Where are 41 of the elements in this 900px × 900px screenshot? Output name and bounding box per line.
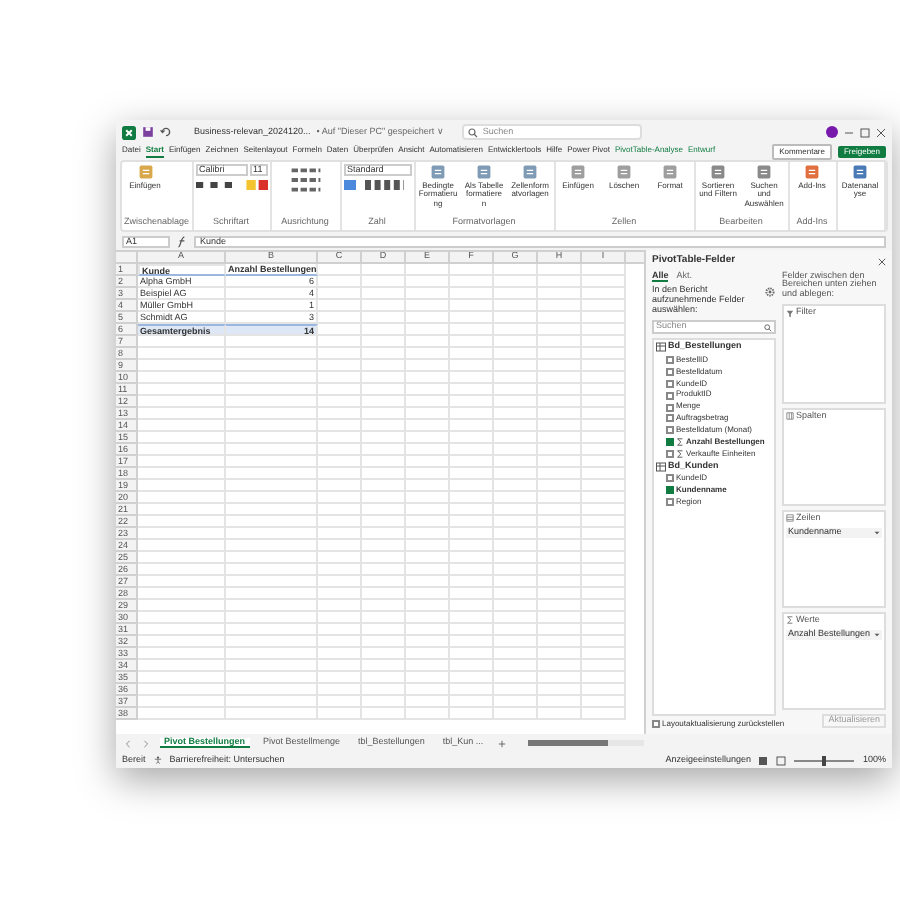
close-icon[interactable] xyxy=(876,127,886,137)
horizontal-scrollbar[interactable] xyxy=(527,740,644,746)
checkbox[interactable] xyxy=(666,379,674,388)
checkbox[interactable] xyxy=(666,391,674,400)
minimize-icon[interactable] xyxy=(844,127,854,137)
excel-logo-icon xyxy=(122,125,136,139)
checkbox[interactable] xyxy=(666,438,674,447)
maximize-icon[interactable] xyxy=(860,127,870,137)
page-layout-icon[interactable] xyxy=(776,755,787,765)
previous-sheet-icon[interactable] xyxy=(124,739,132,747)
next-sheet-icon[interactable] xyxy=(142,739,150,747)
gear-icon[interactable] xyxy=(764,286,776,299)
close-icon[interactable] xyxy=(878,257,886,266)
checkbox[interactable] xyxy=(666,367,674,376)
avatar[interactable] xyxy=(826,126,838,138)
checkbox[interactable] xyxy=(666,450,674,459)
accessibility-icon xyxy=(153,756,162,764)
search-icon xyxy=(764,323,772,332)
checkbox[interactable] xyxy=(666,355,674,364)
insert-function-icon[interactable] xyxy=(176,235,188,247)
number-format-buttons-drawing xyxy=(343,180,404,190)
checkbox[interactable] xyxy=(666,426,674,435)
table-icon xyxy=(656,461,666,472)
checkbox[interactable] xyxy=(666,498,674,507)
add-sheet-icon[interactable] xyxy=(497,739,506,747)
checkbox[interactable] xyxy=(666,414,674,423)
search-icon xyxy=(468,127,479,137)
checkbox[interactable] xyxy=(666,474,674,483)
columns-icon xyxy=(786,411,794,420)
checkbox[interactable] xyxy=(652,719,660,728)
filter-icon xyxy=(786,309,794,318)
save-icon[interactable] xyxy=(142,126,154,138)
zoom-slider-thumb[interactable] xyxy=(822,755,827,765)
undo-icon[interactable] xyxy=(160,126,172,138)
normal-view-icon[interactable] xyxy=(758,755,769,765)
checkbox[interactable] xyxy=(666,486,674,495)
table-icon xyxy=(656,342,666,353)
font-format-buttons-drawing xyxy=(195,180,268,190)
sigma-icon xyxy=(786,616,794,625)
rows-icon xyxy=(786,514,794,523)
checkbox[interactable] xyxy=(666,403,674,411)
